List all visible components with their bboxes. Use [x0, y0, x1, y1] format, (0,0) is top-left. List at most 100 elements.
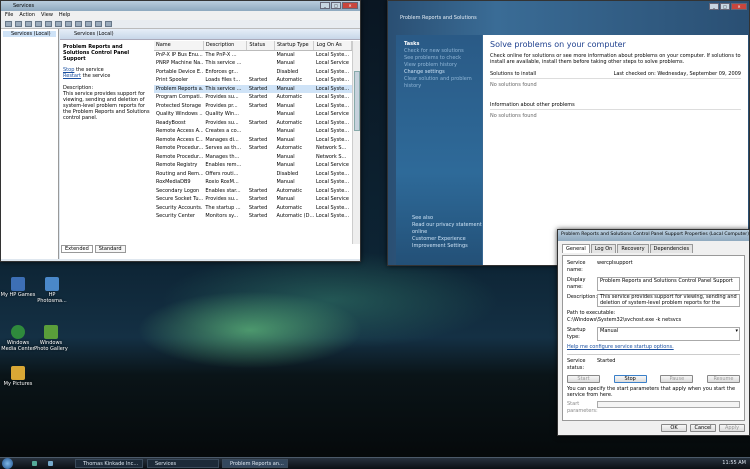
desktop-icon-photo-gallery[interactable]: Windows Photo Gallery [33, 325, 69, 352]
table-row[interactable]: Security Accounts... The startup ... Start… [154, 204, 352, 213]
menu-file[interactable]: File [5, 11, 13, 20]
minimize-button[interactable]: _ [320, 2, 330, 9]
table-row[interactable]: Secondary Logon Enables star... Started Aut… [154, 187, 352, 196]
tab-extended[interactable]: Extended [61, 245, 93, 253]
startup-type-select[interactable]: Manual ▾ [597, 327, 740, 341]
table-row[interactable]: Remote Procedur... Serves as th... Started… [154, 144, 352, 153]
up-icon[interactable] [25, 21, 32, 27]
pause-button[interactable]: Pause [660, 375, 694, 383]
desktop-icon-media-center[interactable]: Windows Media Center [0, 325, 36, 352]
quick-launch-icon[interactable] [32, 461, 37, 466]
help-configure-link[interactable]: Help me configure service startup option… [567, 344, 674, 351]
tab-standard[interactable]: Standard [94, 245, 126, 253]
close-button[interactable]: ✕ [342, 2, 358, 9]
refresh-icon[interactable] [45, 21, 52, 27]
ok-button[interactable]: OK [661, 424, 687, 432]
resume-button[interactable]: Resume [706, 375, 740, 383]
restart-link-suffix: the service [80, 73, 111, 79]
table-row[interactable]: Protected Storage Provides pr... Started Ma… [154, 102, 352, 111]
table-row[interactable]: RoxMediaDB9 Roxio RoxM... Manual Local Syst… [154, 178, 352, 187]
restart-icon[interactable] [105, 21, 112, 27]
table-row[interactable]: PnP-X IP Bus Enu... The PnP-X ... Manual Lo… [154, 50, 352, 59]
vertical-scrollbar[interactable] [352, 41, 360, 244]
description-field[interactable]: This service provides support for viewin… [597, 294, 740, 307]
tab-general[interactable]: General [562, 244, 590, 253]
task-view-history[interactable]: View problem history [396, 62, 482, 69]
tree-item-services-local[interactable]: Services (Local) [3, 31, 56, 37]
task-check-new-solutions[interactable]: Check for new solutions [396, 48, 482, 55]
back-icon[interactable] [5, 21, 12, 27]
stop-icon[interactable] [85, 21, 92, 27]
table-row[interactable]: Remote Access A... Creates a co... Manual L… [154, 127, 352, 136]
dialog-title: Problem Reports and Solutions Control Pa… [561, 232, 749, 237]
table-row[interactable]: ReadyBoost Provides su... Started Automatic… [154, 119, 352, 128]
maximize-button[interactable]: □ [720, 3, 730, 10]
taskbar-item-services[interactable]: Services [147, 459, 219, 468]
desktop-icon-my-hp-games[interactable]: My HP Games [0, 277, 36, 298]
column-header[interactable]: Startup Type [274, 41, 315, 51]
table-cell: Network S... [315, 153, 347, 160]
pause-icon[interactable] [95, 21, 102, 27]
minimize-button[interactable]: _ [709, 3, 719, 10]
table-row[interactable]: Program Compati... Provides su... Started A… [154, 93, 352, 102]
link-ceip-settings[interactable]: Customer Experience Improvement Settings [404, 236, 482, 250]
pane-header: Services (Local) [60, 29, 360, 40]
menu-action[interactable]: Action [19, 11, 35, 20]
dialog-title-bar[interactable]: Problem Reports and Solutions Control Pa… [558, 230, 749, 241]
table-row[interactable]: Remote Access C... Manages di... Started Ma… [154, 136, 352, 145]
forward-icon[interactable] [15, 21, 22, 27]
apply-button[interactable]: Apply [719, 424, 745, 432]
task-change-settings[interactable]: Change settings [396, 69, 482, 76]
play-icon[interactable] [75, 21, 82, 27]
services-title-bar[interactable]: Services _ □ ✕ [1, 1, 360, 11]
table-row[interactable]: Print Spooler Loads files t... Started Auto… [154, 76, 352, 85]
start-params-input[interactable] [597, 401, 740, 408]
scroll-thumb[interactable] [354, 71, 360, 131]
tab-recovery[interactable]: Recovery [617, 244, 649, 253]
no-solutions-text: No solutions found [490, 113, 537, 119]
quick-launch-icon[interactable] [48, 461, 53, 466]
table-row[interactable]: Security Center Monitors sy... Started Auto… [154, 212, 352, 221]
desktop-icon-hp-photosmart[interactable]: HP Photosma... [34, 277, 70, 304]
table-row[interactable]: Quality Windows ... Quality Win... Manual L… [154, 110, 352, 119]
close-button[interactable]: ✕ [731, 3, 747, 10]
maximize-button[interactable]: □ [331, 2, 341, 9]
description-label: Description: [567, 294, 598, 300]
table-row[interactable]: Remote Procedur... Manages th... Manual Net… [154, 153, 352, 162]
taskbar-item-thomas-kinkade[interactable]: Thomas Kinkade Inc... [75, 459, 143, 468]
clock[interactable]: 11:55 AM [722, 460, 746, 466]
table-cell: Serves as th... [205, 145, 242, 151]
table-row[interactable]: Secure Socket Tu... Provides su... Started… [154, 195, 352, 204]
restart-service-link[interactable]: Restart [63, 73, 81, 79]
menu-view[interactable]: View [41, 11, 53, 20]
desktop-icon-my-pictures[interactable]: My Pictures [0, 366, 36, 387]
properties-icon[interactable] [35, 21, 42, 27]
table-cell: This service ... [203, 84, 247, 93]
startup-type-label: Startup type: [567, 327, 586, 340]
tab-log-on[interactable]: Log On [590, 244, 617, 253]
table-row[interactable]: Remote Registry Enables rem... Manual Local… [154, 161, 352, 170]
start-orb-icon[interactable] [2, 458, 13, 469]
column-header[interactable]: Name [154, 41, 204, 51]
menu-help[interactable]: Help [59, 11, 70, 20]
table-row[interactable]: Routing and Rem... Offers routi... Disable… [154, 170, 352, 179]
task-clear-history[interactable]: Clear solution and problem history [396, 76, 482, 90]
table-row[interactable]: PNRP Machine Na... This service ... Manual… [154, 59, 352, 68]
link-privacy-statement[interactable]: Read our privacy statement online [404, 222, 482, 236]
start-button[interactable]: Start [567, 375, 600, 383]
column-header[interactable]: Status [246, 41, 275, 51]
start-params-label: Start parameters: [567, 401, 598, 414]
table-cell: Offers routi... [205, 170, 239, 177]
task-see-problems[interactable]: See problems to check [396, 55, 482, 62]
export-icon[interactable] [55, 21, 62, 27]
help-icon[interactable] [65, 21, 72, 27]
table-row[interactable]: Problem Reports a... This service ... Star… [154, 84, 352, 93]
tab-dependencies[interactable]: Dependencies [649, 244, 694, 253]
column-header[interactable]: Log On As [313, 41, 352, 51]
column-header[interactable]: Description [203, 41, 248, 51]
taskbar-item-problem-reports[interactable]: Problem Reports an... [222, 459, 288, 468]
stop-button[interactable]: Stop [613, 375, 647, 383]
cancel-button[interactable]: Cancel [690, 424, 716, 432]
table-row[interactable]: Portable Device E... Enforces gr... Disabl… [154, 68, 352, 77]
display-name-field[interactable]: Problem Reports and Solutions Control Pa… [597, 277, 740, 291]
